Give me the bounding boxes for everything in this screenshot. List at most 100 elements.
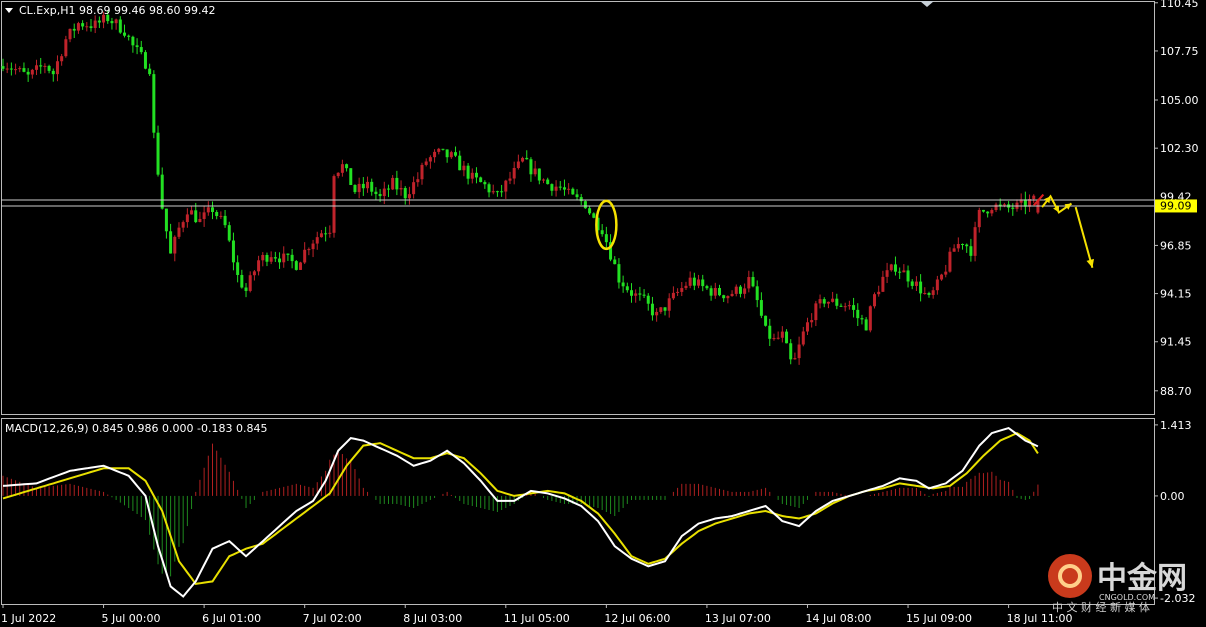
candle-body <box>923 292 927 294</box>
candle-body <box>835 298 839 306</box>
candle-body <box>378 194 382 197</box>
candle-body <box>642 294 646 296</box>
candle-body <box>324 233 328 235</box>
candle-body <box>5 68 9 70</box>
main-panel-border <box>1 1 1155 415</box>
candle-body <box>26 71 30 75</box>
candle-body <box>546 179 550 185</box>
candle-body <box>726 296 730 299</box>
candle-body <box>462 165 466 171</box>
candle-body <box>76 23 80 31</box>
candle-body <box>454 152 458 156</box>
candle-body <box>194 210 198 223</box>
candle-body <box>286 253 290 255</box>
candle-body <box>252 271 256 276</box>
candle-body <box>500 191 504 193</box>
candle-body <box>914 281 918 286</box>
candle-body <box>1 66 5 69</box>
candle-body <box>458 155 462 171</box>
candle-body <box>814 303 818 321</box>
candle-body <box>776 337 780 339</box>
candle-body <box>542 179 546 181</box>
time-tick-label: 8 Jul 03:00 <box>403 612 462 625</box>
candle-body <box>307 249 311 251</box>
candle-body <box>755 286 759 301</box>
candle-body <box>340 164 344 173</box>
candle-body <box>940 274 944 280</box>
candle-body <box>93 20 97 28</box>
candle-body <box>366 181 370 189</box>
candle-body <box>793 358 797 360</box>
candle-body <box>491 191 495 193</box>
candle-body <box>60 56 64 62</box>
candle-body <box>856 309 860 319</box>
candle-body <box>571 188 575 195</box>
candle-body <box>885 270 889 277</box>
candle-body <box>290 254 294 262</box>
candle-body <box>55 61 59 75</box>
candle-body <box>981 209 985 212</box>
candle-body <box>445 149 449 158</box>
candle-body <box>743 288 747 294</box>
candle-body <box>399 188 403 190</box>
candle-body <box>18 68 22 70</box>
candle-body <box>734 286 738 294</box>
candle-body <box>152 74 156 133</box>
watermark-title: 中金网 <box>1097 561 1187 596</box>
chart-canvas[interactable]: 110.45 107.75 105.00 102.30 96.85 94.15 91.45 8… <box>0 0 1206 627</box>
candle-body <box>504 180 508 192</box>
time-axis: 1 Jul 2022 5 Jul 00:00 6 Jul 01:00 7 Jul 02… <box>1 604 1073 625</box>
chart-shift-marker-icon[interactable] <box>920 1 934 7</box>
candle-body <box>244 287 248 291</box>
candle-body <box>1002 204 1006 206</box>
candle-body <box>747 277 751 289</box>
candle-body <box>483 182 487 185</box>
symbol-header: CL.Exp,H1 98.69 99.46 98.60 99.42 <box>19 4 215 17</box>
time-tick-label: 5 Jul 00:00 <box>102 612 161 625</box>
candle-body <box>319 233 323 238</box>
candle-body <box>722 295 726 299</box>
time-tick-label: 14 Jul 08:00 <box>805 612 871 625</box>
candle-body <box>583 201 587 209</box>
candle-body <box>72 28 76 31</box>
candle-body <box>298 262 302 270</box>
candle-body <box>805 322 809 332</box>
candle-body <box>135 45 139 48</box>
candle-body <box>223 215 227 226</box>
candle-body <box>516 161 520 168</box>
candle-body <box>521 157 525 162</box>
candle-body <box>22 68 26 72</box>
candle-body <box>173 236 177 254</box>
candle-body <box>143 52 147 69</box>
candle-body <box>701 279 705 287</box>
candle-body <box>772 338 776 340</box>
candle-body <box>336 172 340 177</box>
candle-body <box>956 243 960 249</box>
time-tick-label: 1 Jul 2022 <box>1 612 56 625</box>
candle-body <box>64 39 68 57</box>
candle-body <box>801 331 805 345</box>
chart-menu-triangle-icon[interactable] <box>5 8 13 13</box>
candle-body <box>97 20 101 23</box>
candle-body <box>730 293 734 297</box>
candle-body <box>822 299 826 304</box>
candle-body <box>39 65 43 67</box>
candle-body <box>265 254 269 262</box>
candle-body <box>961 243 965 245</box>
projection-arrow <box>1074 206 1094 268</box>
candle-body <box>110 21 114 24</box>
candle-body <box>1032 195 1036 200</box>
candle-body <box>893 264 897 272</box>
candle-body <box>697 279 701 286</box>
candle-body <box>123 32 127 36</box>
candle-body <box>374 191 378 195</box>
candle-body <box>332 176 336 233</box>
candle-body <box>89 26 93 28</box>
candle-body <box>684 285 688 289</box>
candle-body <box>797 344 801 359</box>
candle-body <box>919 281 923 294</box>
candle-body <box>211 207 214 212</box>
candle-body <box>215 211 219 217</box>
candle-body <box>873 294 877 307</box>
candle-body <box>554 186 558 191</box>
